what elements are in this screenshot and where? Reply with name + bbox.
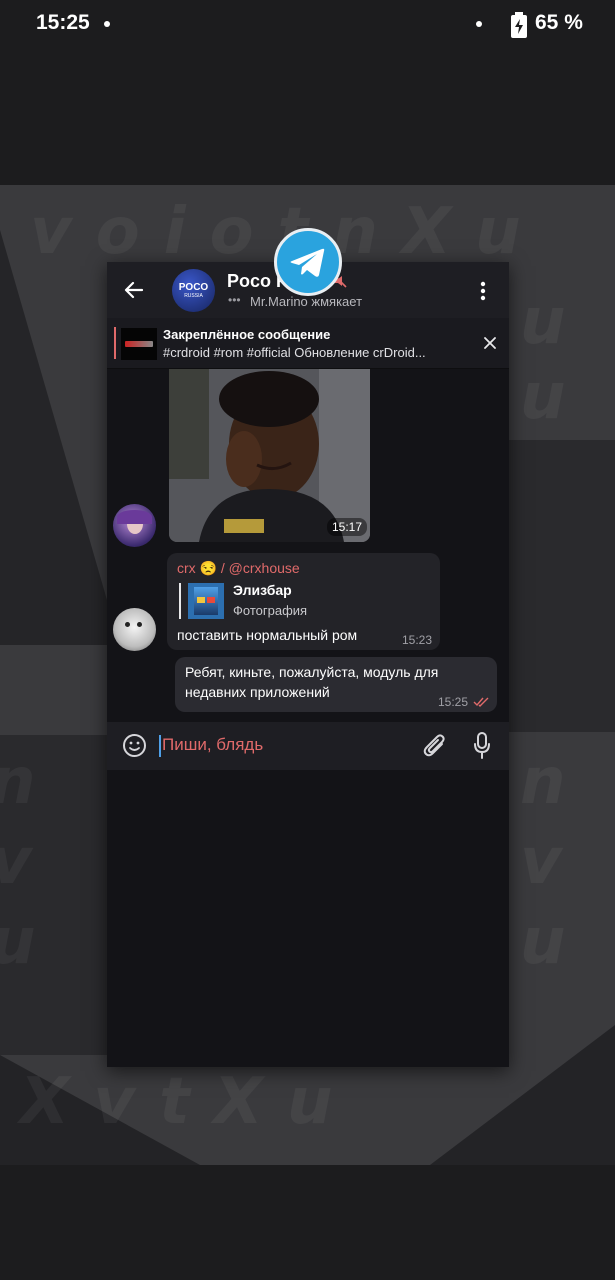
notification-dot <box>104 21 110 27</box>
typing-status: Mr.Marino жмякает <box>250 294 363 309</box>
meme-photo <box>169 369 370 542</box>
telegram-plane-icon <box>290 248 325 277</box>
photo-time: 15:17 <box>327 518 368 536</box>
battery-percent: 65 % <box>535 11 583 34</box>
quote-thumbnail <box>188 583 224 619</box>
reply-sender-avatar[interactable] <box>113 608 156 651</box>
quote-line <box>179 583 181 619</box>
battery-charging-icon <box>511 12 527 38</box>
typing-dots: ••• <box>228 293 241 307</box>
microphone-icon[interactable] <box>473 732 491 759</box>
reply-message[interactable]: crx 😒 / @crxhouse Элизбар Фотография пос… <box>167 553 440 650</box>
close-icon[interactable] <box>484 337 496 349</box>
outgoing-text-line1: Ребят, киньте, пожалуйста, модуль для <box>185 664 439 680</box>
clock: 15:25 <box>36 11 90 34</box>
telegram-app-icon[interactable] <box>274 228 342 296</box>
message-input[interactable]: Пиши, блядь <box>162 735 263 755</box>
quoted-type: Фотография <box>233 603 308 618</box>
pinned-accent-line <box>114 327 116 359</box>
reply-text: поставить нормальный ром <box>177 627 358 643</box>
status-bar: 15:25 65 % <box>0 0 615 50</box>
more-options-icon[interactable] <box>480 281 486 301</box>
pinned-title: Закреплённое сообщение <box>163 327 331 342</box>
attach-icon[interactable] <box>423 733 447 759</box>
back-arrow-icon[interactable] <box>124 280 144 300</box>
reply-time: 15:23 <box>402 633 433 647</box>
photo-message[interactable]: 15:17 <box>169 369 370 542</box>
outgoing-text-line2: недавних приложений <box>185 684 330 700</box>
reply-sender[interactable]: crx 😒 / @crxhouse <box>177 560 300 577</box>
message-composer: Пиши, блядь <box>107 722 509 770</box>
quoted-name: Элизбар <box>233 582 292 598</box>
pinned-text: #crdroid #rom #official Обновление crDro… <box>163 345 426 360</box>
pinned-message-bar[interactable]: Закреплённое сообщение #crdroid #rom #of… <box>107 318 509 369</box>
notification-dot-right <box>476 21 482 27</box>
sender-avatar[interactable] <box>113 504 156 547</box>
chat-avatar[interactable]: POCO RUSSIA <box>172 269 215 312</box>
read-checkmarks-icon <box>473 697 489 707</box>
outgoing-message[interactable]: Ребят, киньте, пожалуйста, модуль для не… <box>175 657 497 712</box>
text-cursor <box>159 735 161 757</box>
recent-app-card[interactable]: POCO RUSSIA Poco R ••• Mr.Marino жмякает… <box>107 262 509 1067</box>
pinned-thumbnail <box>121 328 157 360</box>
outgoing-time: 15:25 <box>438 695 469 709</box>
emoji-icon[interactable] <box>122 733 147 758</box>
